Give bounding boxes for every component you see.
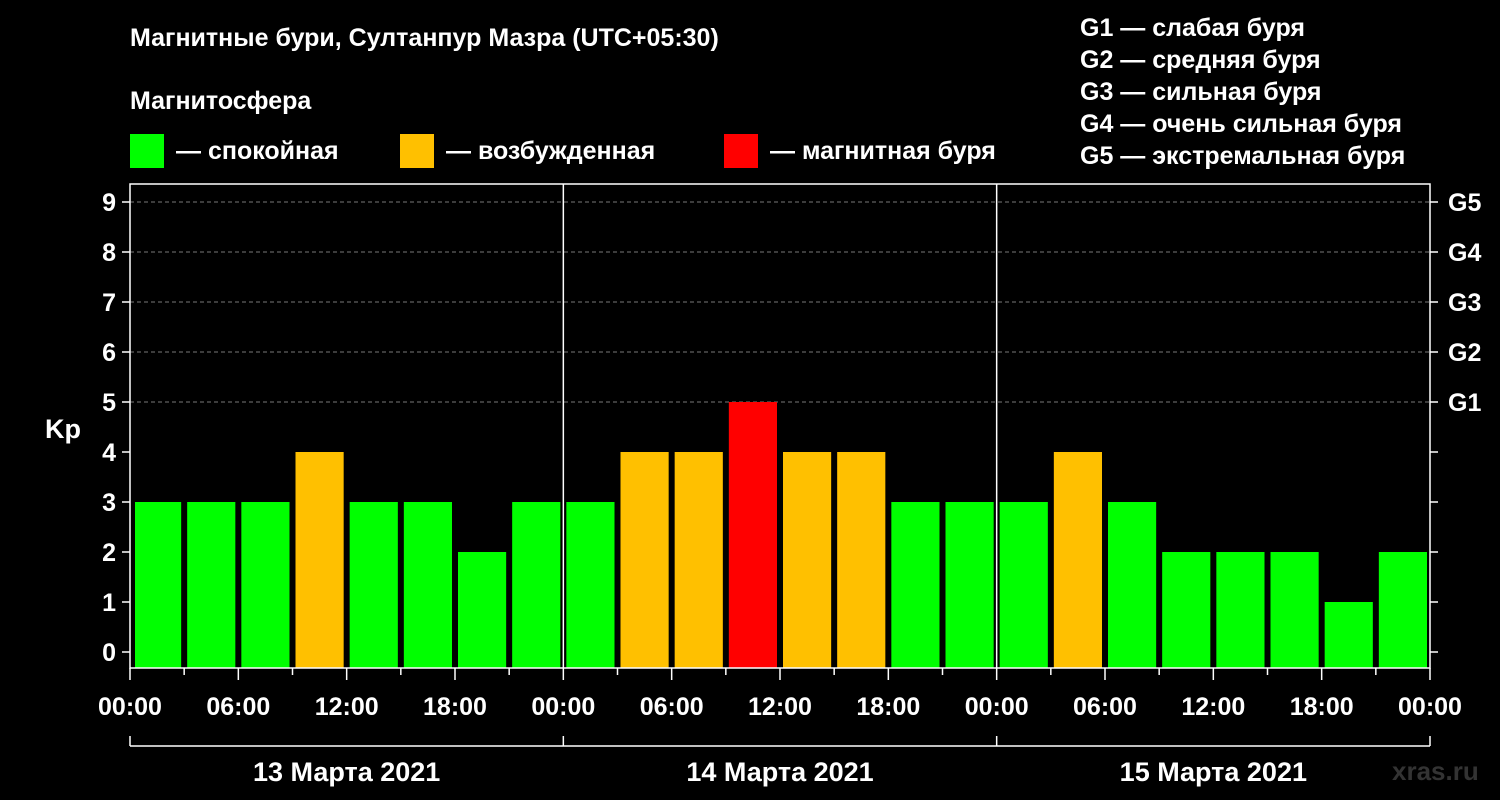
g-scale-item-g1: G1 — слабая буря — [1080, 14, 1306, 42]
kp-bar — [891, 502, 940, 668]
g-scale-item-g3: G3 — сильная буря — [1080, 78, 1322, 106]
g-axis-label: G4 — [1448, 239, 1481, 267]
legend-item-storm: — магнитная буря — [724, 134, 996, 168]
g-scale-item-g2: G2 — средняя буря — [1080, 46, 1321, 74]
day-label: 15 Марта 2021 — [1120, 757, 1307, 787]
g-scale-item-g4: G4 — очень сильная буря — [1080, 110, 1402, 138]
x-tick-label: 06:00 — [206, 693, 270, 721]
g-axis-label: G2 — [1448, 339, 1481, 367]
y-tick-label: 7 — [102, 289, 116, 317]
kp-bar — [783, 452, 832, 668]
x-tick-label: 00:00 — [1398, 693, 1462, 721]
legend-label-calm: — спокойная — [176, 136, 339, 165]
x-tick-label: 00:00 — [965, 693, 1029, 721]
legend-heading: Магнитосфера — [130, 87, 312, 115]
legend-swatch-storm — [724, 134, 758, 168]
y-tick-label: 2 — [102, 539, 116, 567]
x-tick-label: 18:00 — [423, 693, 487, 721]
kp-bar — [1270, 552, 1319, 668]
kp-bar — [512, 502, 561, 668]
y-tick-label: 1 — [102, 589, 116, 617]
y-tick-label: 6 — [102, 339, 116, 367]
legend-item-active: — возбужденная — [400, 134, 655, 168]
kp-bar — [620, 452, 669, 668]
kp-bar — [945, 502, 994, 668]
x-tick-label: 12:00 — [1181, 693, 1245, 721]
kp-bar — [135, 502, 182, 668]
legend-swatch-calm — [130, 134, 164, 168]
y-tick-label: 9 — [102, 189, 116, 217]
kp-bar — [1324, 602, 1373, 668]
day-label: 14 Марта 2021 — [686, 757, 873, 787]
y-axis-label: Kp — [45, 414, 81, 444]
x-tick-label: 18:00 — [1290, 693, 1354, 721]
x-tick-label: 06:00 — [1073, 693, 1137, 721]
kp-bar — [241, 502, 290, 668]
kp-bar — [1216, 552, 1265, 668]
watermark: xras.ru — [1392, 756, 1479, 786]
kp-bar — [187, 502, 236, 668]
day-label: 13 Марта 2021 — [253, 757, 440, 787]
y-tick-label: 3 — [102, 489, 116, 517]
chart-title: Магнитные бури, Султанпур Мазра (UTC+05:… — [130, 24, 719, 52]
g-axis-label: G5 — [1448, 189, 1481, 217]
kp-bar — [1162, 552, 1211, 668]
kp-bar — [728, 402, 777, 668]
g-scale-list: G1 — слабая буря G2 — средняя буря G3 — … — [1080, 12, 1405, 172]
x-tick-label: 00:00 — [98, 693, 162, 721]
y-tick-label: 8 — [102, 239, 116, 267]
legend-label-active: — возбужденная — [446, 136, 656, 165]
legend-swatch-active — [400, 134, 434, 168]
kp-bar — [349, 502, 398, 668]
kp-bar — [458, 552, 507, 668]
x-tick-label: 12:00 — [748, 693, 812, 721]
kp-bar — [837, 452, 886, 668]
legend-item-calm: — спокойная — [130, 134, 339, 168]
y-tick-label: 0 — [102, 639, 116, 667]
kp-bar — [1378, 552, 1427, 668]
x-tick-label: 12:00 — [315, 693, 379, 721]
kp-bar — [1108, 502, 1157, 668]
x-tick-label: 00:00 — [531, 693, 595, 721]
kp-bar — [674, 452, 723, 668]
kp-bar — [295, 452, 344, 668]
x-tick-label: 18:00 — [856, 693, 920, 721]
kp-bar — [403, 502, 452, 668]
g-scale-item-g5: G5 — экстремальная буря — [1080, 142, 1406, 170]
y-tick-label: 4 — [102, 439, 116, 467]
legend-label-storm: — магнитная буря — [770, 136, 996, 165]
g-axis-label: G1 — [1448, 389, 1481, 417]
kp-bar — [1053, 452, 1102, 668]
kp-bar — [566, 502, 615, 668]
x-tick-label: 06:00 — [640, 693, 704, 721]
kp-bar — [999, 502, 1048, 668]
g-axis-label: G3 — [1448, 289, 1481, 317]
y-tick-label: 5 — [102, 389, 116, 417]
